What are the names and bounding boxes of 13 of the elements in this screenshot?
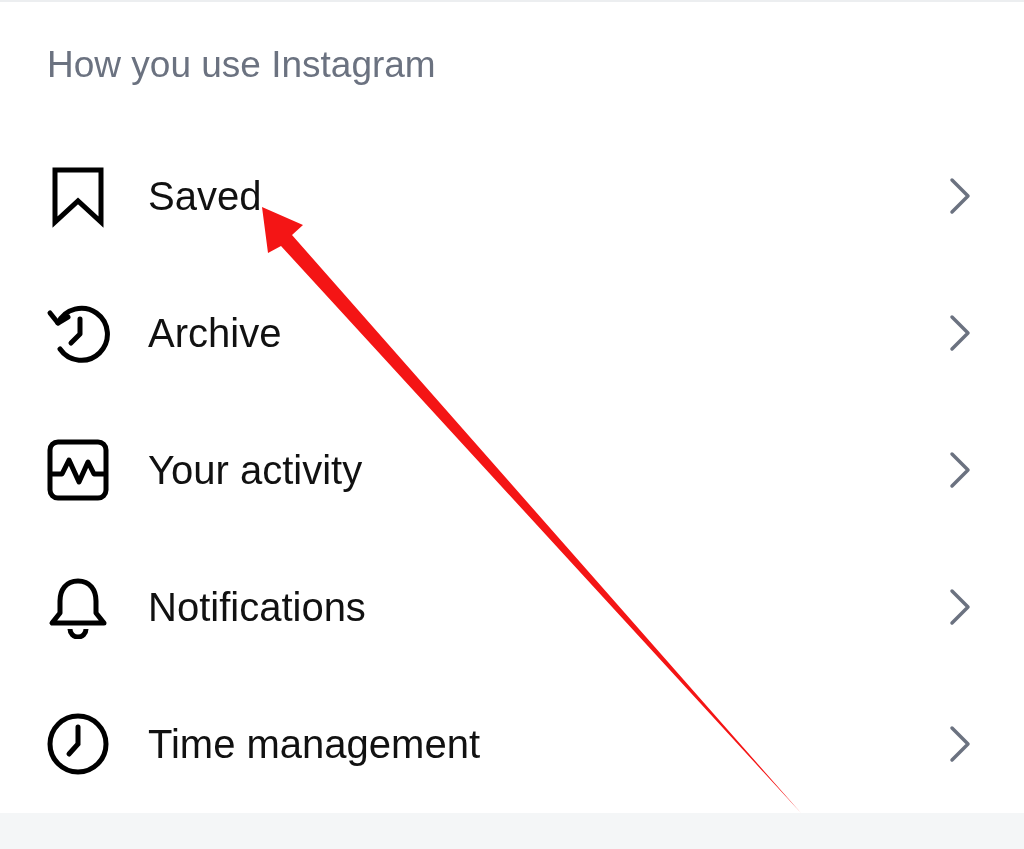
chevron-right-icon [948, 724, 972, 765]
menu-item[interactable]: Notifications [0, 538, 1024, 676]
chevron-right-icon [948, 450, 972, 491]
menu-item[interactable]: Archive [0, 264, 1024, 402]
menu-item[interactable]: Saved [0, 127, 1024, 265]
chevron-right-icon [948, 176, 972, 217]
chevron-right-icon [948, 587, 972, 628]
section-title: How you use Instagram [46, 42, 437, 87]
chevron-right-icon [948, 313, 972, 354]
menu-item[interactable]: Time management [0, 675, 1024, 813]
activity-icon [46, 438, 110, 503]
menu-item[interactable]: Your activity [0, 401, 1024, 539]
clock-icon [46, 712, 110, 777]
